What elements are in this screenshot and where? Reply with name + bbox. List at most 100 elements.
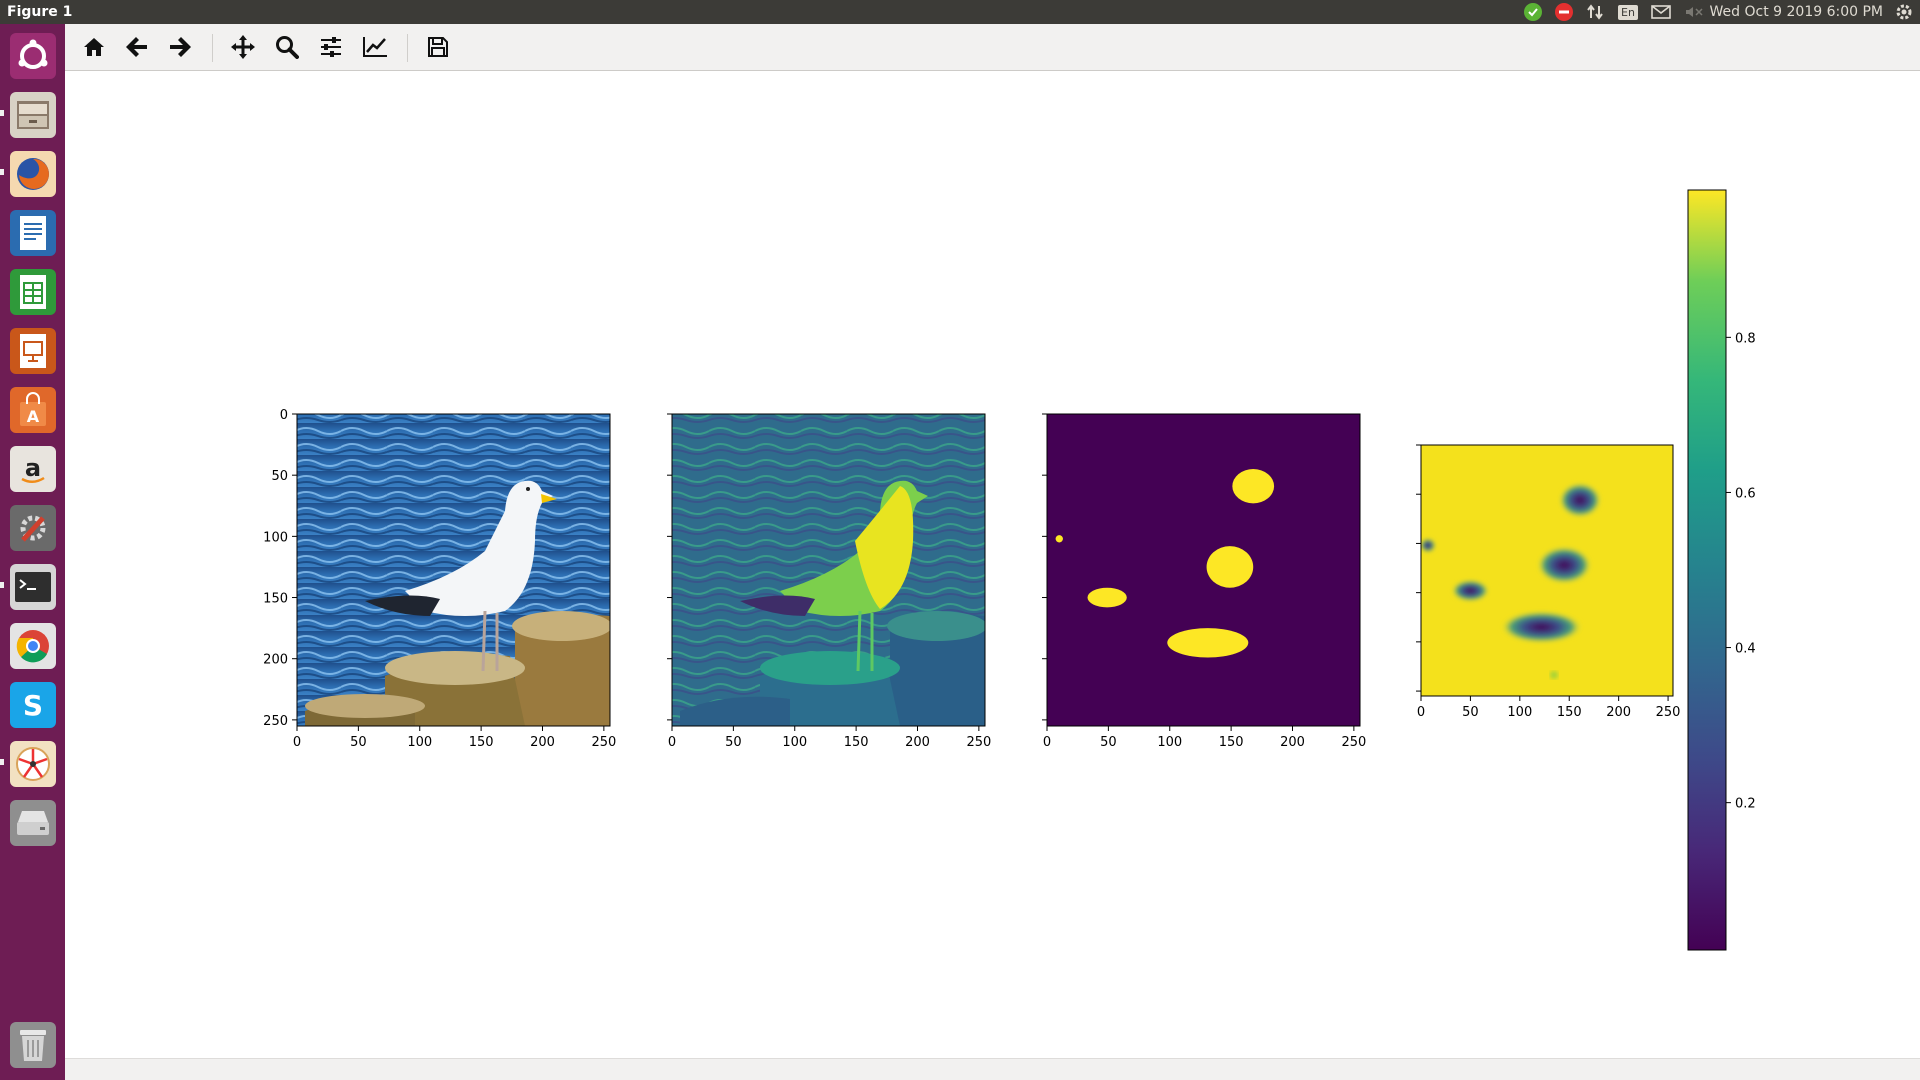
launcher-system-settings[interactable] xyxy=(7,502,58,553)
save-figure-button[interactable] xyxy=(422,32,454,62)
x-tick-label: 150 xyxy=(469,735,494,750)
launcher-software-center[interactable]: A xyxy=(7,384,58,435)
launcher-files[interactable] xyxy=(7,89,58,140)
launcher-impress[interactable] xyxy=(7,325,58,376)
figure-toolbar xyxy=(65,24,1920,71)
update-status-icon[interactable] xyxy=(1523,2,1543,22)
x-tick-label: 50 xyxy=(350,735,367,750)
chrome-icon xyxy=(16,629,49,662)
launcher-trash[interactable] xyxy=(7,1019,58,1070)
y-tick-label: 250 xyxy=(263,714,288,729)
launcher-running-indicator xyxy=(0,582,4,588)
toolbar-separator xyxy=(212,34,213,62)
home-button[interactable] xyxy=(78,32,110,62)
configure-subplots-icon xyxy=(321,37,341,57)
forward-button[interactable] xyxy=(164,32,196,62)
x-tick-label: 0 xyxy=(1417,705,1425,720)
configure-subplots-button[interactable] xyxy=(315,32,347,62)
x-tick-label: 250 xyxy=(966,735,991,750)
svg-text:S: S xyxy=(22,689,42,722)
back-arrow-icon xyxy=(126,37,147,57)
launcher-app[interactable] xyxy=(7,738,58,789)
status-bar xyxy=(65,1058,1920,1080)
mask-blob xyxy=(1206,546,1254,588)
launcher-terminal[interactable] xyxy=(7,561,58,612)
clock[interactable]: Wed Oct 9 2019 6:00 PM xyxy=(1710,4,1883,20)
top-panel: Figure 1 En Wed Oct 9 2019 6:00 PM xyxy=(0,0,1920,24)
svg-text:A: A xyxy=(26,407,39,426)
transfer-arrows-icon[interactable] xyxy=(1585,2,1605,22)
probability-small-spot xyxy=(1550,671,1558,679)
launcher-dash[interactable] xyxy=(7,30,58,81)
x-tick-label: 250 xyxy=(591,735,616,750)
y-tick-label: 0 xyxy=(280,408,288,423)
spreadsheet-icon xyxy=(19,274,46,309)
x-tick-label: 50 xyxy=(1100,735,1117,750)
x-tick-label: 200 xyxy=(530,735,555,750)
mail-icon[interactable] xyxy=(1650,2,1672,22)
shopping-bag-icon: A xyxy=(19,391,46,426)
launcher-drive[interactable] xyxy=(7,797,58,848)
subplot-probability-map[interactable] xyxy=(1421,445,1673,696)
launcher: A a S xyxy=(0,24,65,1080)
subplot-binary-mask[interactable] xyxy=(1047,414,1360,726)
network-disabled-icon[interactable] xyxy=(1554,2,1574,22)
x-tick-label: 100 xyxy=(407,735,432,750)
pan-button[interactable] xyxy=(227,32,259,62)
colorbar-tick-label: 0.4 xyxy=(1735,642,1756,657)
x-tick-label: 50 xyxy=(725,735,742,750)
launcher-calc[interactable] xyxy=(7,266,58,317)
keyboard-layout-indicator[interactable]: En xyxy=(1617,2,1639,22)
probability-low-region xyxy=(1451,580,1489,602)
volume-muted-icon[interactable] xyxy=(1683,2,1705,22)
x-tick-label: 200 xyxy=(1606,705,1631,720)
terminal-icon xyxy=(14,571,51,602)
back-button[interactable] xyxy=(121,32,153,62)
probability-low-region xyxy=(1500,611,1583,644)
x-tick-label: 50 xyxy=(1462,705,1479,720)
launcher-chrome[interactable] xyxy=(7,620,58,671)
keyboard-layout-label: En xyxy=(1618,4,1638,20)
home-icon xyxy=(84,38,104,56)
firefox-icon xyxy=(16,157,49,190)
x-tick-label: 0 xyxy=(1043,735,1051,750)
ubuntu-logo-icon xyxy=(18,39,47,69)
x-tick-label: 250 xyxy=(1341,735,1366,750)
probability-low-region xyxy=(1537,546,1592,584)
x-tick-label: 200 xyxy=(905,735,930,750)
y-tick-label: 200 xyxy=(263,653,288,668)
mask-blob xyxy=(1055,535,1063,543)
colorbar-ticks: 0.2 0.4 0.6 0.8 xyxy=(1726,331,1756,812)
mask-background xyxy=(1047,414,1360,726)
edit-axes-icon xyxy=(363,37,387,57)
colorbar-tick-label: 0.8 xyxy=(1735,331,1756,346)
colorbar-gradient xyxy=(1688,190,1726,950)
svg-text:a: a xyxy=(24,454,40,482)
launcher-writer[interactable] xyxy=(7,207,58,258)
probability-low-region xyxy=(1559,482,1602,518)
mask-blob xyxy=(1167,628,1249,658)
mask-blob xyxy=(1087,587,1127,608)
launcher-running-indicator xyxy=(0,759,4,765)
trash-icon xyxy=(19,1029,46,1061)
subplot-original-photo[interactable] xyxy=(297,414,612,726)
launcher-amazon[interactable]: a xyxy=(7,443,58,494)
colorbar[interactable]: 0.2 0.4 0.6 0.8 xyxy=(1687,189,1756,951)
window-title: Figure 1 xyxy=(7,4,73,20)
x-tick-label: 0 xyxy=(668,735,676,750)
colorbar-tick-label: 0.6 xyxy=(1735,486,1756,501)
x-tick-label: 200 xyxy=(1280,735,1305,750)
x-tick-label: 150 xyxy=(844,735,869,750)
figure-canvas[interactable]: 0.2 0.4 0.6 0.8 0 50 100 150 200 250 0 50 100 150 200… xyxy=(65,71,1920,1058)
x-tick-label: 100 xyxy=(1507,705,1532,720)
subplot-viridis-intensity[interactable] xyxy=(672,414,987,726)
edit-axes-button[interactable] xyxy=(359,32,391,62)
launcher-skype[interactable]: S xyxy=(7,679,58,730)
save-icon xyxy=(428,37,448,57)
x-tick-label: 0 xyxy=(293,735,301,750)
x-tick-label: 250 xyxy=(1656,705,1681,720)
zoom-button[interactable] xyxy=(271,32,303,62)
launcher-firefox[interactable] xyxy=(7,148,58,199)
session-gear-icon[interactable] xyxy=(1893,2,1915,22)
presentation-icon xyxy=(19,333,46,368)
